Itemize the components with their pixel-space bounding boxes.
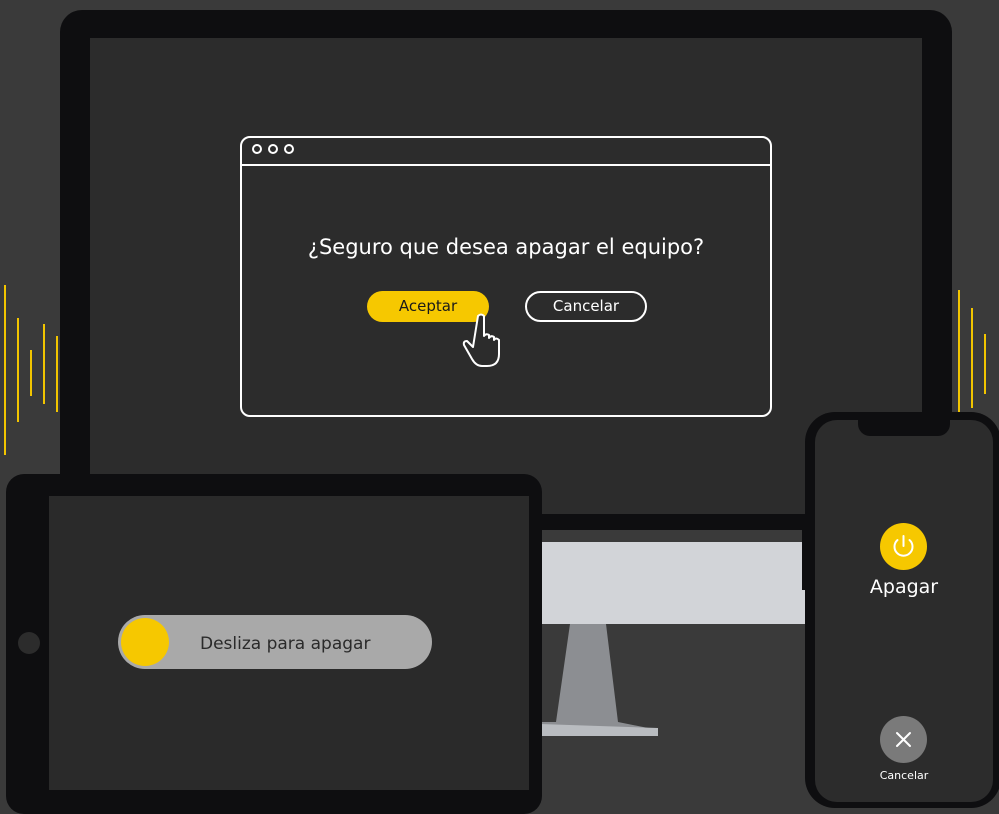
window-dot-icon xyxy=(284,144,294,154)
cancel-button[interactable]: Cancelar xyxy=(525,291,647,322)
slide-to-power-off-label: Desliza para apagar xyxy=(200,634,371,654)
power-off-button[interactable] xyxy=(880,523,927,570)
monitor-chin xyxy=(540,542,830,624)
close-icon xyxy=(896,732,911,747)
monitor-stand xyxy=(540,624,658,736)
dialog-titlebar xyxy=(242,138,770,166)
window-dot-icon xyxy=(252,144,262,154)
window-dot-icon xyxy=(268,144,278,154)
dialog-question: ¿Seguro que desea apagar el equipo? xyxy=(307,235,705,259)
power-icon xyxy=(893,535,914,557)
cancel-round-button[interactable] xyxy=(880,716,927,763)
tablet-home-button[interactable] xyxy=(18,632,40,654)
hand-cursor-icon xyxy=(462,313,500,367)
slide-to-power-off-knob[interactable] xyxy=(121,618,169,666)
cancel-round-label: Cancelar xyxy=(879,769,929,782)
power-off-label: Apagar xyxy=(869,576,939,598)
confirm-dialog: ¿Seguro que desea apagar el equipo? Acep… xyxy=(240,136,772,417)
phone-notch xyxy=(858,418,950,436)
